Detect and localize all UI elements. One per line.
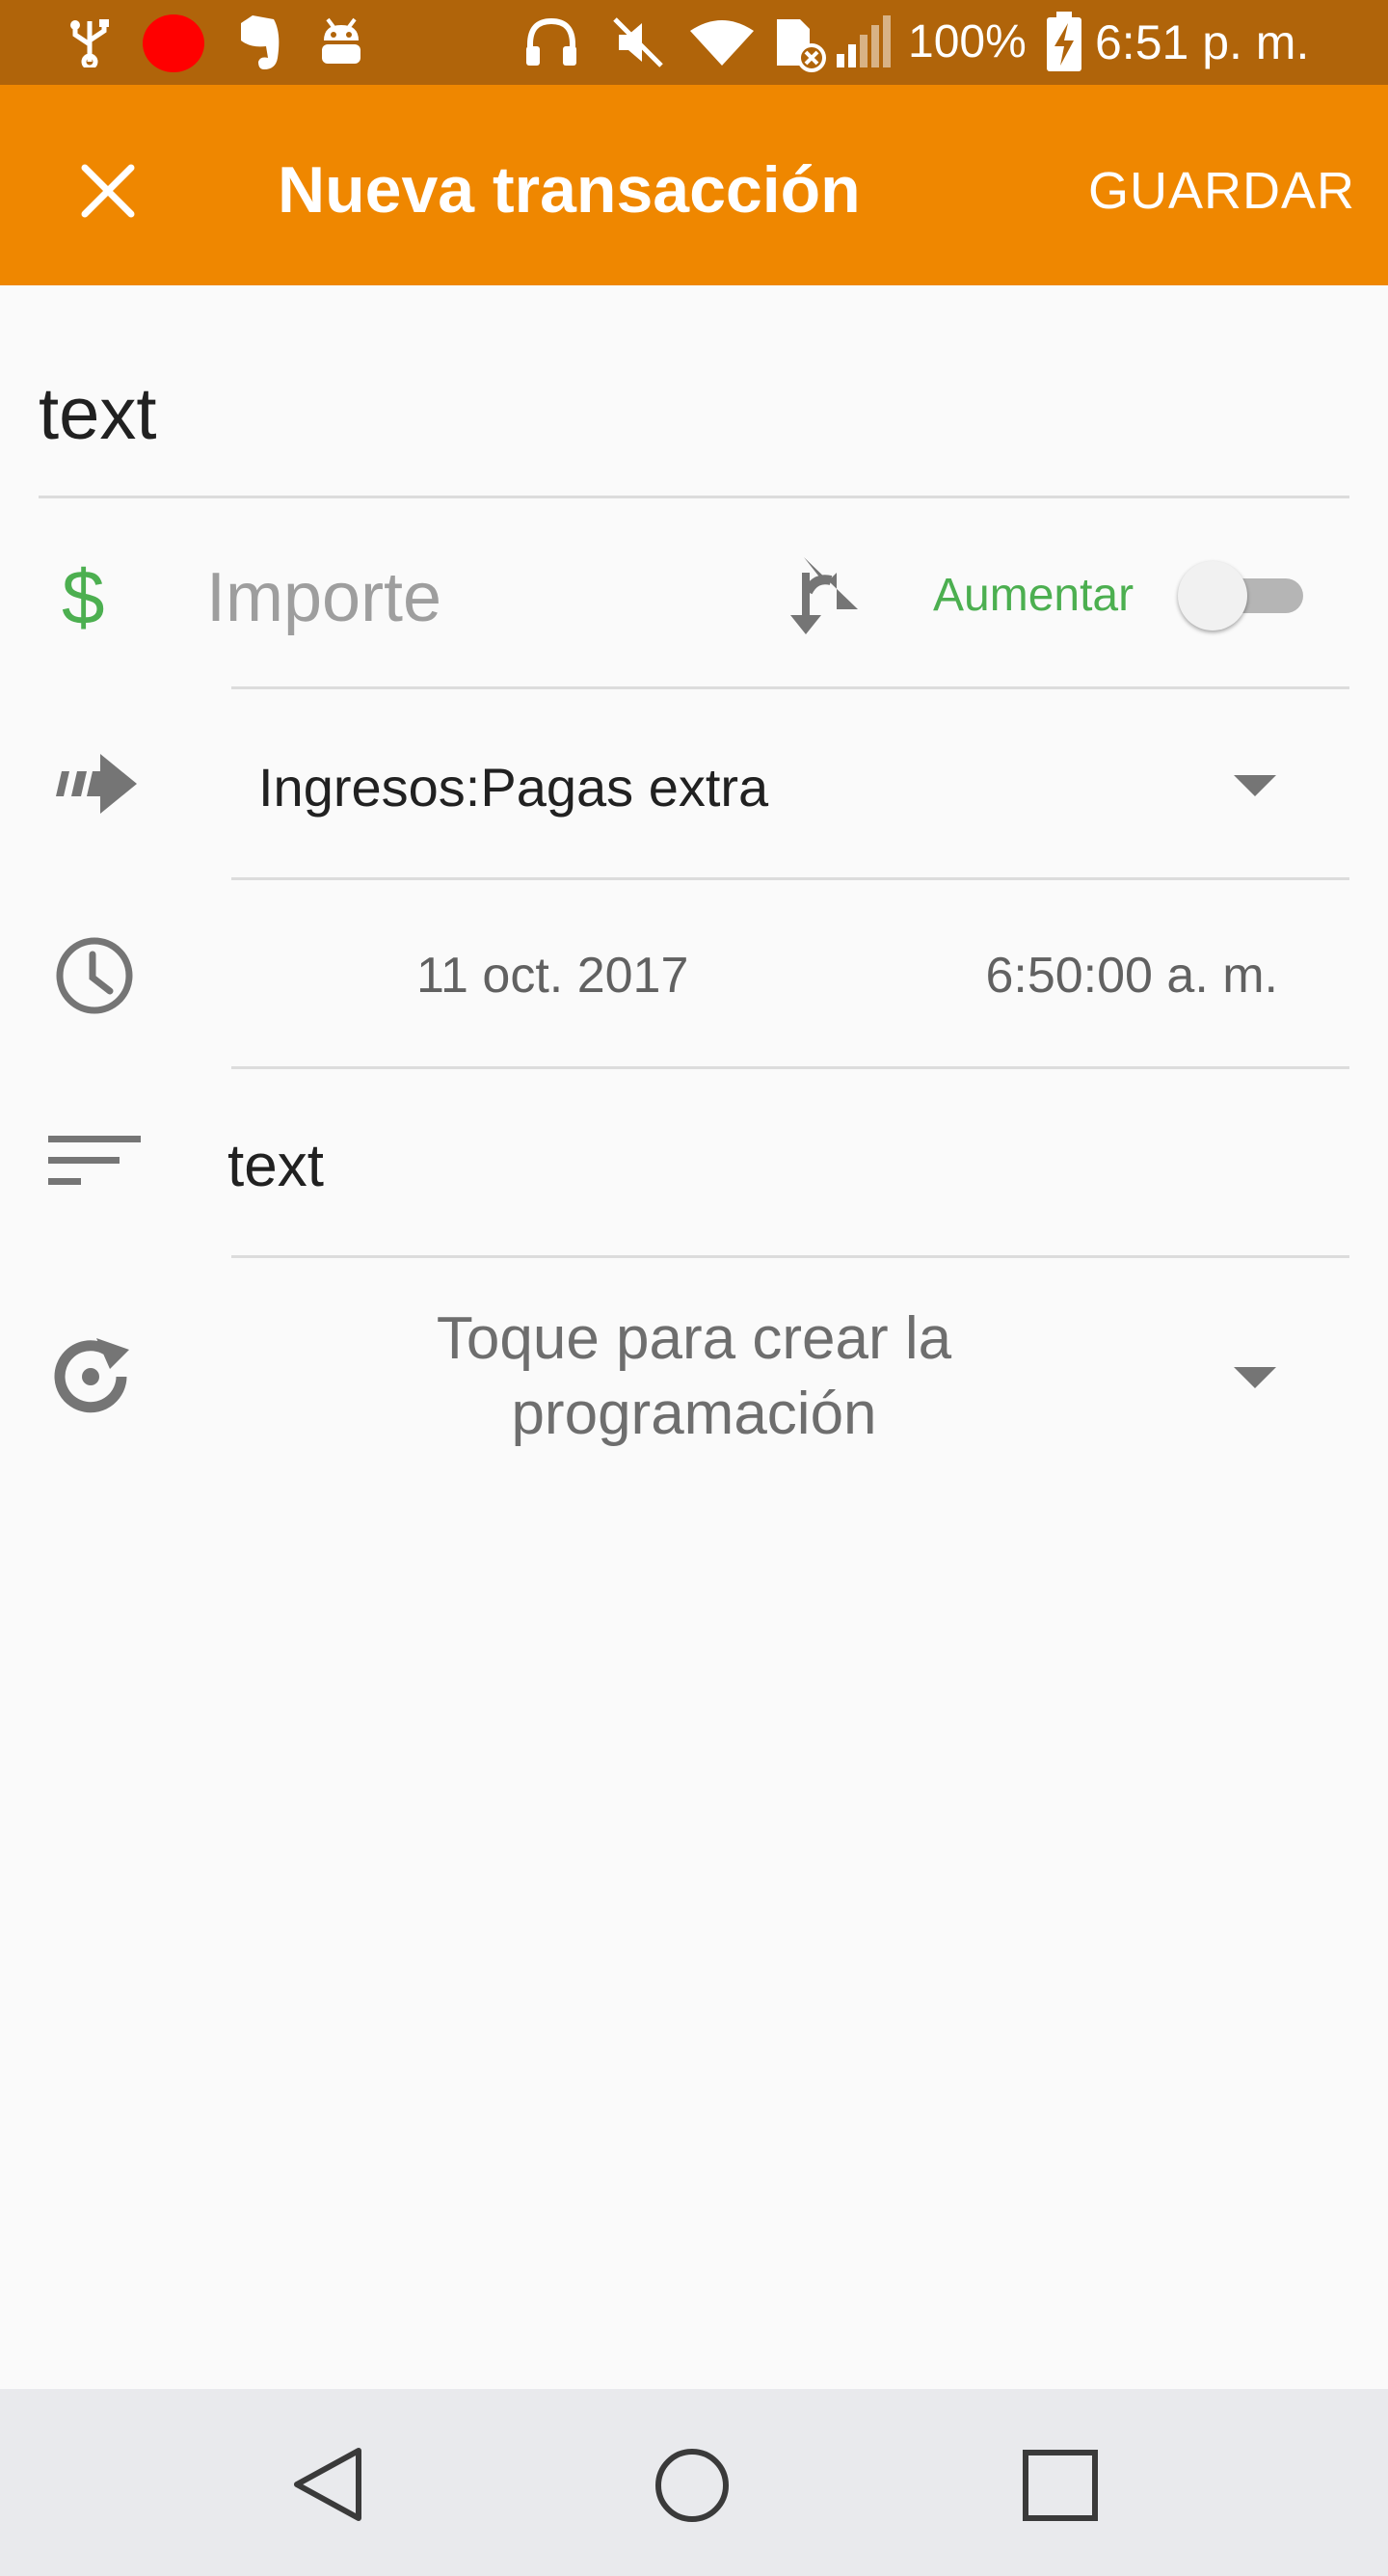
account-selected: Ingresos:Pagas extra [258, 757, 769, 818]
notes-icon [48, 1136, 141, 1185]
battery-charging-icon [1047, 12, 1081, 71]
no-sim-icon [777, 19, 826, 72]
recurrence-label: Toque para crear la programación [270, 1301, 1118, 1452]
divider [231, 1066, 1349, 1069]
headphones-icon [526, 17, 576, 66]
save-button[interactable]: GUARDAR [1088, 154, 1355, 228]
home-icon[interactable] [654, 2447, 731, 2524]
divider [231, 877, 1349, 880]
divider [231, 1255, 1349, 1258]
android-debug-icon [322, 17, 360, 64]
mute-icon [613, 17, 663, 67]
wifi-icon [690, 20, 754, 66]
battery-percent: 100% [908, 16, 1027, 67]
app-bar: Nueva transacción GUARDAR [0, 85, 1388, 285]
increase-toggle[interactable] [1178, 561, 1307, 631]
divider [231, 686, 1349, 689]
description-value: text [39, 373, 157, 455]
recurrence-line-1: Toque para crear la [436, 1305, 952, 1372]
account-dropdown[interactable]: Ingresos:Pagas extra [231, 738, 1349, 835]
chevron-down-icon [1234, 1367, 1276, 1388]
status-bar: 100% 6:51 p. m. [0, 0, 1388, 85]
description-field[interactable]: text [39, 357, 1349, 472]
transfer-account-icon [56, 754, 137, 814]
evernote-icon [241, 15, 280, 69]
amount-placeholder: Importe [206, 559, 442, 636]
split-transaction-icon[interactable] [787, 553, 860, 636]
recording-dot-icon [143, 14, 204, 72]
navigation-bar [0, 2389, 1388, 2576]
recurrence-icon [54, 1338, 129, 1413]
date-picker[interactable]: 11 oct. 2017 [416, 945, 688, 1006]
toggle-thumb [1178, 561, 1247, 631]
recurrence-dropdown[interactable]: Toque para crear la programación [231, 1296, 1349, 1460]
notes-value: text [227, 1133, 324, 1199]
recurrence-line-2: programación [511, 1381, 877, 1447]
notes-input[interactable]: text [227, 1118, 1346, 1215]
status-time: 6:51 p. m. [1095, 15, 1310, 69]
chevron-down-icon [1234, 775, 1276, 796]
usb-icon [70, 19, 109, 67]
recents-icon[interactable] [1022, 2449, 1099, 2522]
divider [39, 496, 1349, 498]
clock-icon [56, 937, 133, 1014]
signal-icon [837, 15, 891, 67]
time-picker[interactable]: 6:50:00 a. m. [985, 945, 1278, 1006]
currency-symbol: $ [62, 554, 105, 640]
back-icon[interactable] [291, 2447, 364, 2522]
amount-input[interactable]: Importe [206, 550, 746, 646]
toggle-label: Aumentar [933, 570, 1134, 621]
close-icon[interactable] [79, 162, 137, 220]
page-title: Nueva transacción [278, 153, 861, 227]
